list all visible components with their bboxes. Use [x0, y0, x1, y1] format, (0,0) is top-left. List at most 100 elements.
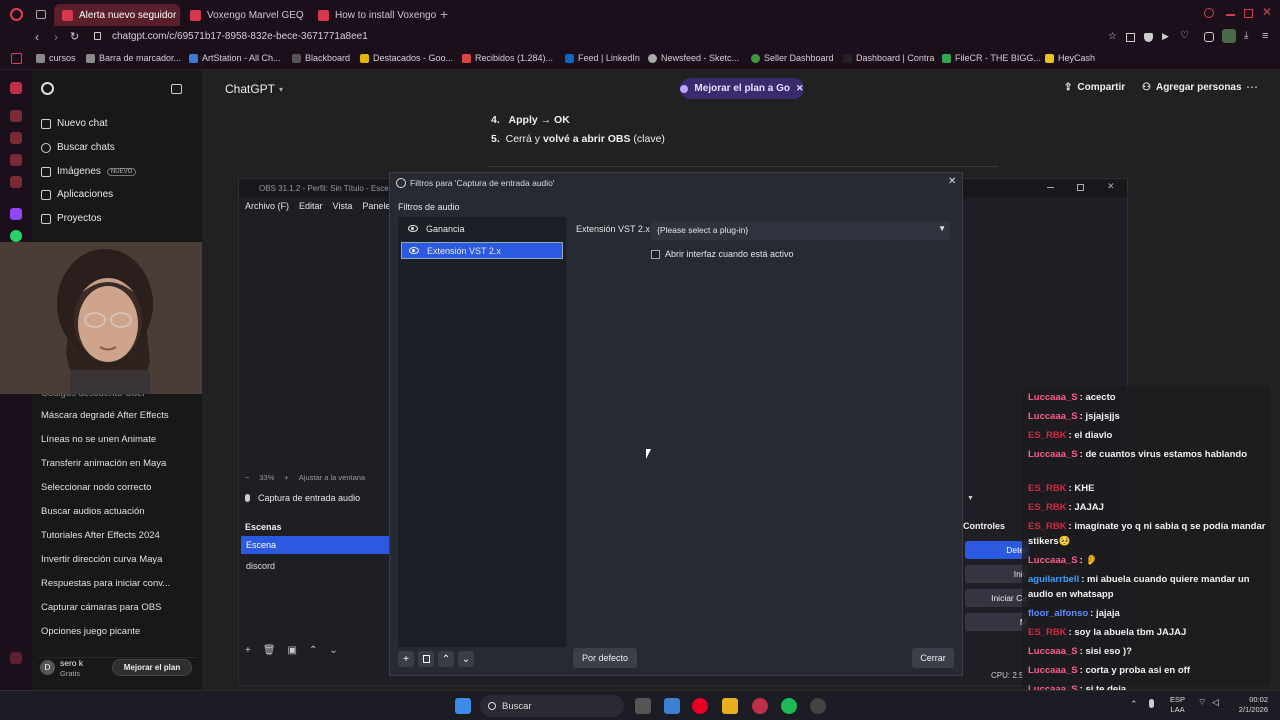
- history-icon[interactable]: [10, 132, 22, 144]
- sidebar-toggle-icon[interactable]: [171, 84, 182, 94]
- twitch-icon[interactable]: [10, 208, 22, 220]
- remove-filter-button[interactable]: [418, 651, 434, 667]
- zoom-in-icon[interactable]: +: [284, 473, 288, 482]
- fit-window-label[interactable]: Ajustar a la ventana: [299, 473, 365, 482]
- workspace-icon[interactable]: [10, 154, 22, 166]
- extensions-puzzle-icon[interactable]: [1204, 32, 1214, 42]
- bookmark-star-icon[interactable]: ☆: [1108, 31, 1117, 42]
- browser-menu-icon[interactable]: ≡: [1262, 30, 1268, 42]
- filter-item-gain[interactable]: Ganancia: [401, 220, 563, 237]
- scene-item[interactable]: discord: [241, 557, 389, 575]
- bookmark-item[interactable]: Blackboard: [292, 53, 350, 63]
- close-button[interactable]: Cerrar: [912, 648, 954, 668]
- obs-minimize-icon[interactable]: [1047, 187, 1054, 188]
- user-profile[interactable]: D sero k Gratis Mejorar el plan: [38, 657, 198, 683]
- history-item[interactable]: Tutoriales After Effects 2024: [41, 530, 160, 541]
- scene-item[interactable]: Escena: [241, 536, 389, 554]
- obs-maximize-icon[interactable]: [1077, 184, 1084, 191]
- sidebar-item-search[interactable]: Buscar chats: [41, 142, 115, 153]
- chevron-up-icon[interactable]: ⌃: [1130, 699, 1138, 710]
- microphone-icon[interactable]: [1149, 699, 1154, 708]
- shield-icon[interactable]: [1144, 33, 1153, 42]
- tab-menu-icon[interactable]: [36, 10, 46, 19]
- checkbox-icon[interactable]: [651, 249, 660, 259]
- remove-scene-icon[interactable]: 🗑: [263, 645, 276, 656]
- add-scene-icon[interactable]: +: [245, 645, 251, 656]
- move-up-icon[interactable]: ⌃: [309, 645, 317, 656]
- task-view-icon[interactable]: [635, 698, 651, 714]
- visibility-eye-icon[interactable]: [408, 225, 418, 232]
- clock[interactable]: 00:02 2/1/2026: [1232, 695, 1268, 715]
- bookmark-item[interactable]: Barra de marcador...: [86, 53, 181, 63]
- history-item[interactable]: Transferir animación en Maya: [41, 458, 166, 469]
- source-row[interactable]: Captura de entrada audio: [245, 493, 360, 503]
- filter-item-vst[interactable]: Extensión VST 2.x: [401, 242, 563, 259]
- stop-button[interactable]: Deter: [965, 541, 1029, 559]
- extension-icon[interactable]: [1126, 33, 1135, 42]
- tab-kick-alert[interactable]: Alerta nuevo seguidor Kick: [54, 4, 180, 26]
- opera-logo-icon[interactable]: [10, 8, 23, 21]
- obs-close-icon[interactable]: ✕: [1107, 181, 1115, 192]
- history-item[interactable]: Opciones juego picante: [41, 626, 140, 637]
- forward-icon[interactable]: ›: [54, 30, 58, 44]
- close-dialog-icon[interactable]: ✕: [948, 176, 956, 187]
- wifi-icon[interactable]: ⌔: [1198, 697, 1206, 708]
- new-tab-icon[interactable]: +: [440, 6, 448, 22]
- upgrade-plan-button[interactable]: Mejorar el plan: [112, 659, 192, 676]
- history-item[interactable]: Capturar cámaras para OBS: [41, 602, 161, 613]
- openai-logo-icon[interactable]: [41, 82, 54, 95]
- heart-icon[interactable]: ♡: [1180, 30, 1189, 41]
- move-down-icon[interactable]: ⌄: [329, 645, 337, 656]
- bookmark-item[interactable]: ArtStation - All Ch...: [189, 53, 281, 63]
- messenger-icon[interactable]: [10, 176, 22, 188]
- play-icon[interactable]: ▶: [1162, 31, 1169, 42]
- studio-mode-button[interactable]: M: [965, 613, 1029, 631]
- history-item[interactable]: Seleccionar nodo correcto: [41, 482, 151, 493]
- language-indicator[interactable]: ESP LAA: [1170, 695, 1185, 715]
- add-people-button[interactable]: ⚇ Agregar personas: [1142, 82, 1242, 93]
- obs-icon[interactable]: [810, 698, 826, 714]
- pinterest-icon[interactable]: [692, 698, 708, 714]
- model-selector[interactable]: ChatGPT ▾: [225, 82, 283, 96]
- add-filter-button[interactable]: +: [398, 651, 414, 667]
- settings-icon[interactable]: [10, 652, 22, 664]
- history-item[interactable]: Invertir dirección curva Maya: [41, 554, 162, 565]
- menu-item[interactable]: Editar: [299, 201, 323, 211]
- opera-icon[interactable]: [752, 698, 768, 714]
- photos-icon[interactable]: [664, 698, 680, 714]
- sidebar-item-new-chat[interactable]: Nuevo chat: [41, 118, 108, 129]
- minimize-icon[interactable]: [1226, 14, 1235, 16]
- dropdown-arrow-icon[interactable]: ▼: [967, 495, 974, 502]
- history-item[interactable]: Respuestas para iniciar conv...: [41, 578, 170, 589]
- back-icon[interactable]: ‹: [35, 30, 39, 44]
- bookmark-item[interactable]: HeyCash: [1045, 53, 1095, 63]
- plugin-select[interactable]: {Please select a plug-in} ▼: [651, 221, 950, 240]
- volume-icon[interactable]: ◁: [1212, 697, 1219, 708]
- bookmark-item[interactable]: Seller Dashboard: [751, 53, 834, 63]
- zoom-out-icon[interactable]: −: [245, 473, 249, 482]
- maximize-icon[interactable]: [1244, 9, 1253, 18]
- start-virtual-cam-button[interactable]: Iniciar Ca: [965, 589, 1029, 607]
- profile-avatar-icon[interactable]: [1222, 29, 1236, 43]
- aria-icon[interactable]: [10, 110, 22, 122]
- history-item[interactable]: Líneas no se unen Animate: [41, 434, 156, 445]
- open-interface-checkbox[interactable]: Abrir interfaz cuando está activo: [651, 249, 794, 259]
- bookmark-item[interactable]: Recibidos (1.284)...: [462, 53, 553, 63]
- windows-start-icon[interactable]: [455, 698, 471, 714]
- defaults-button[interactable]: Por defecto: [573, 648, 637, 668]
- bookmark-item[interactable]: Newsfeed - Sketc...: [648, 53, 739, 63]
- start-stream-button[interactable]: Inic: [965, 565, 1029, 583]
- bookmark-item[interactable]: Destacados - Goo...: [360, 53, 453, 63]
- tab-voxengo-install[interactable]: How to install Voxengo Ma: [310, 4, 436, 26]
- history-item[interactable]: Máscara degradé After Effects: [41, 410, 169, 421]
- file-explorer-icon[interactable]: [722, 698, 738, 714]
- move-down-button[interactable]: ⌄: [458, 651, 474, 667]
- spotify-icon[interactable]: [781, 698, 797, 714]
- download-icon[interactable]: ⤓: [1244, 30, 1248, 41]
- bookmark-item[interactable]: FileCR - THE BIGG...: [942, 53, 1041, 63]
- url-text[interactable]: chatgpt.com/c/69571b17-8958-832e-bece-36…: [112, 31, 368, 42]
- move-up-button[interactable]: ⌃: [438, 651, 454, 667]
- bookmark-item[interactable]: cursos: [36, 53, 76, 63]
- menu-item[interactable]: Vista: [333, 201, 353, 211]
- tab-voxengo-geq[interactable]: Voxengo Marvel GEQ - Fre: [182, 4, 306, 26]
